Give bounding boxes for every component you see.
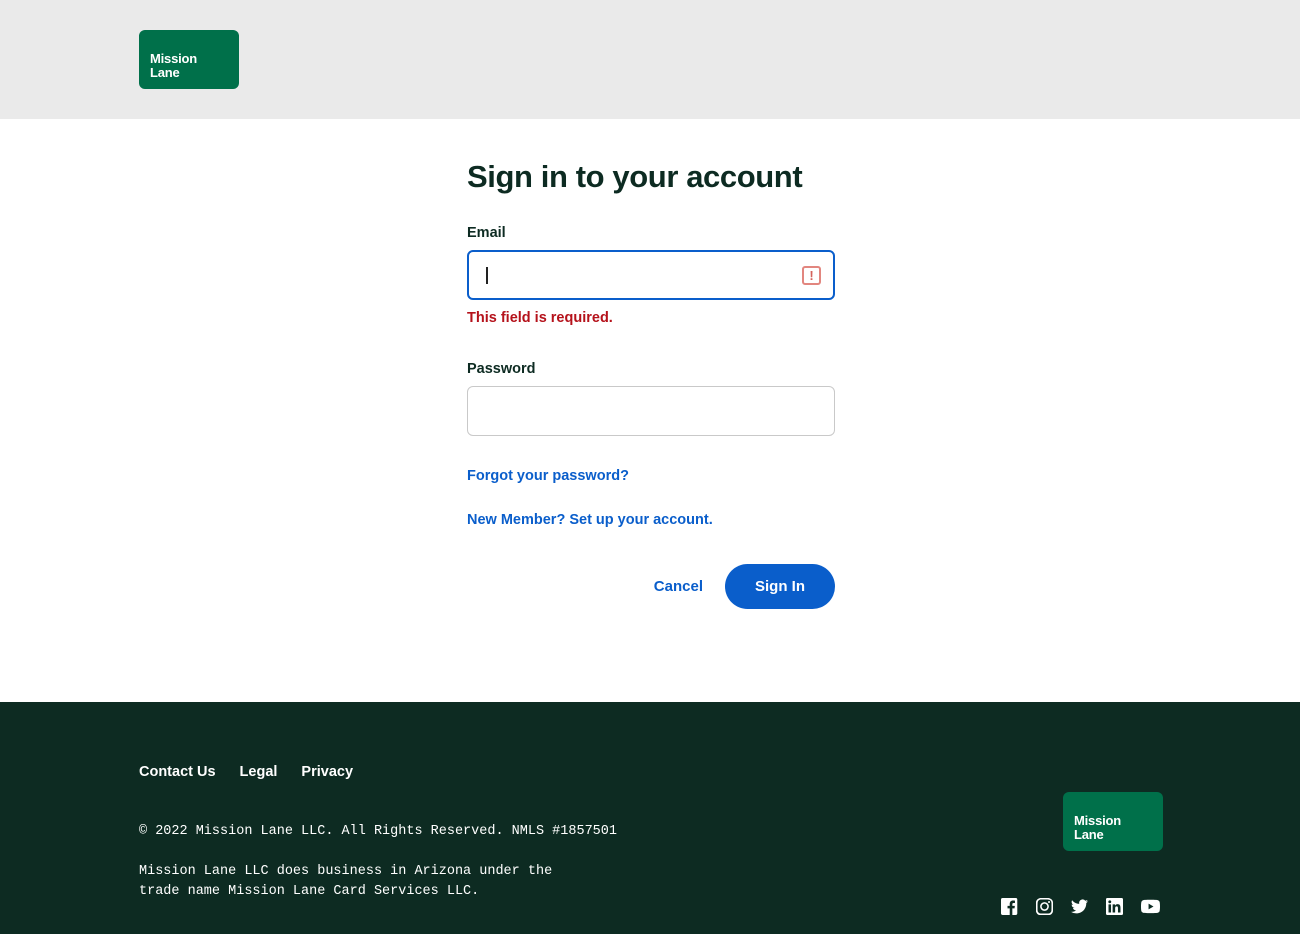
main-content: Sign in to your account Email ! This fie… — [0, 119, 1300, 702]
social-links — [1001, 897, 1160, 916]
linkedin-icon[interactable] — [1106, 898, 1123, 915]
error-icon: ! — [802, 265, 821, 285]
footer-copyright: © 2022 Mission Lane LLC. All Rights Rese… — [139, 824, 617, 839]
footer-link-legal[interactable]: Legal — [240, 764, 278, 780]
forgot-password-link[interactable]: Forgot your password? — [467, 468, 835, 484]
sign-in-button[interactable]: Sign In — [725, 564, 835, 609]
form-actions: Cancel Sign In — [467, 564, 835, 609]
footer-logo-text: Mission Lane — [1074, 813, 1121, 842]
password-label: Password — [467, 361, 536, 377]
cancel-button[interactable]: Cancel — [654, 578, 703, 595]
facebook-icon[interactable] — [1001, 898, 1018, 915]
twitter-icon[interactable] — [1071, 898, 1088, 915]
new-member-signup-link[interactable]: New Member? Set up your account. — [467, 512, 835, 528]
site-footer: Contact Us Legal Privacy © 2022 Mission … — [0, 702, 1300, 934]
header-logo[interactable]: Mission Lane — [139, 30, 239, 89]
site-header: Mission Lane — [0, 0, 1300, 119]
page-title: Sign in to your account — [467, 159, 803, 194]
footer-link-privacy[interactable]: Privacy — [301, 764, 353, 780]
footer-logo[interactable]: Mission Lane — [1063, 792, 1163, 851]
text-caret — [486, 266, 488, 284]
footer-disclaimer: Mission Lane LLC does business in Arizon… — [139, 864, 553, 899]
youtube-icon[interactable] — [1141, 897, 1160, 916]
header-logo-text: Mission Lane — [150, 51, 197, 80]
password-input[interactable] — [467, 386, 835, 436]
email-input[interactable]: ! — [467, 250, 835, 300]
footer-nav: Contact Us Legal Privacy — [139, 764, 353, 780]
email-error-message: This field is required. — [467, 310, 613, 326]
signin-form: Sign in to your account Email ! This fie… — [467, 159, 835, 609]
instagram-icon[interactable] — [1036, 898, 1053, 915]
email-label: Email — [467, 225, 506, 241]
footer-link-contact-us[interactable]: Contact Us — [139, 764, 216, 780]
